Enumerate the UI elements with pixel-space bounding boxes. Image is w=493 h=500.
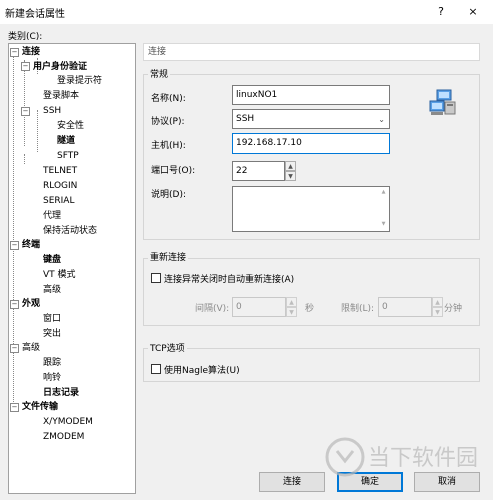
tree-item-auth[interactable]: 用户身份验证 [33, 60, 87, 74]
tree-item-tunnel[interactable]: 隧道 [57, 134, 75, 148]
chevron-down-icon: ⌄ [378, 115, 385, 124]
reconnect-group-title: 重新连接 [148, 250, 189, 263]
tree-item-rlogin[interactable]: RLOGIN [43, 179, 77, 193]
tree-item-keyboard[interactable]: 键盘 [43, 253, 61, 267]
expand-terminal-icon[interactable]: − [10, 241, 19, 250]
tree-item-ssh[interactable]: SSH [43, 104, 61, 118]
expand-transfer-icon[interactable]: − [10, 403, 19, 412]
help-button[interactable]: ? [432, 3, 450, 21]
auto-reconnect-checkbox[interactable] [151, 273, 161, 283]
nagle-checkbox[interactable] [151, 364, 161, 374]
tree-item-login-script[interactable]: 登录脚本 [43, 89, 79, 103]
host-input[interactable]: 192.168.17.10 [232, 133, 390, 154]
tree-item-appearance[interactable]: 外观 [22, 297, 40, 311]
expand-appearance-icon[interactable]: − [10, 300, 19, 309]
auto-reconnect-label: 连接异常关闭时自动重新连接(A) [164, 275, 295, 285]
panel-header: 连接 [143, 43, 480, 61]
expand-auth-icon[interactable]: − [21, 62, 30, 71]
tree-item-proxy[interactable]: 代理 [43, 209, 61, 223]
general-group-title: 常规 [148, 67, 171, 80]
nagle-label: 使用Nagle算法(U) [164, 366, 240, 376]
description-scrollbar[interactable]: ▲ ▼ [379, 188, 388, 230]
interval-up-icon[interactable]: ▲ [286, 297, 297, 307]
interval-down-icon[interactable]: ▼ [286, 307, 297, 317]
port-down-icon[interactable]: ▼ [285, 171, 296, 181]
limit-up-icon[interactable]: ▲ [432, 297, 443, 307]
tree-item-vt-mode[interactable]: VT 模式 [43, 268, 76, 282]
interval-input[interactable]: 0 [232, 297, 286, 317]
interval-unit: 秒 [305, 304, 315, 314]
category-label: 类别(C): [8, 32, 43, 42]
tree-item-telnet[interactable]: TELNET [43, 164, 77, 178]
name-input[interactable]: linuxNO1 [232, 85, 390, 105]
tree-item-bell[interactable]: 响铃 [43, 371, 61, 385]
tree-item-security[interactable]: 安全性 [57, 119, 84, 133]
tree-item-zmodem[interactable]: ZMODEM [43, 430, 84, 444]
tree-item-terminal-advanced[interactable]: 高级 [43, 283, 61, 297]
description-textarea[interactable] [232, 186, 390, 232]
limit-down-icon[interactable]: ▼ [432, 307, 443, 317]
tree-item-login-prompt[interactable]: 登录提示符 [57, 74, 102, 88]
protocol-value: SSH [236, 114, 255, 124]
host-label: 主机(H): [151, 141, 186, 151]
watermark-logo-icon [325, 437, 365, 477]
tree-item-sftp[interactable]: SFTP [57, 149, 79, 163]
tree-item-highlight[interactable]: 突出 [43, 327, 61, 341]
title-bar: 新建会话属性 ? × [0, 0, 493, 24]
port-input[interactable]: 22 [232, 161, 285, 181]
tree-item-window[interactable]: 窗口 [43, 312, 61, 326]
tree-item-connection[interactable]: 连接 [22, 45, 40, 59]
cancel-button[interactable]: 取消 [414, 472, 480, 492]
watermark-text: 当下软件园 [368, 446, 479, 471]
tree-item-advanced[interactable]: 高级 [22, 341, 40, 355]
limit-unit: 分钟 [444, 304, 463, 314]
computer-icon [428, 88, 458, 118]
window-title: 新建会话属性 [5, 9, 65, 20]
expand-connection-icon[interactable]: − [10, 48, 19, 57]
tcp-group-title: TCP选项 [148, 341, 187, 354]
port-up-icon[interactable]: ▲ [285, 161, 296, 171]
tree-item-file-transfer[interactable]: 文件传输 [22, 400, 58, 414]
tree-item-serial[interactable]: SERIAL [43, 194, 74, 208]
port-label: 端口号(O): [151, 166, 196, 176]
tree-item-terminal[interactable]: 终端 [22, 238, 40, 252]
expand-advanced-icon[interactable]: − [10, 344, 19, 353]
tree-item-logging[interactable]: 日志记录 [43, 386, 79, 400]
close-button[interactable]: × [464, 3, 482, 21]
category-tree[interactable]: − − − − − − − 连接 用户身份验证 登录提示符 登录脚本 SSH 安… [8, 43, 136, 494]
tree-item-xymodem[interactable]: X/YMODEM [43, 415, 93, 429]
protocol-select[interactable]: SSH ⌄ [232, 109, 390, 129]
connect-button[interactable]: 连接 [259, 472, 325, 492]
description-label: 说明(D): [151, 190, 186, 200]
name-label: 名称(N): [151, 94, 186, 104]
tree-item-trace[interactable]: 跟踪 [43, 356, 61, 370]
interval-label: 间隔(V): [195, 304, 230, 314]
limit-label: 限制(L): [341, 304, 375, 314]
protocol-label: 协议(P): [151, 117, 185, 127]
tree-item-keepalive[interactable]: 保持活动状态 [43, 224, 97, 238]
expand-ssh-icon[interactable]: − [21, 107, 30, 116]
limit-input[interactable]: 0 [378, 297, 432, 317]
